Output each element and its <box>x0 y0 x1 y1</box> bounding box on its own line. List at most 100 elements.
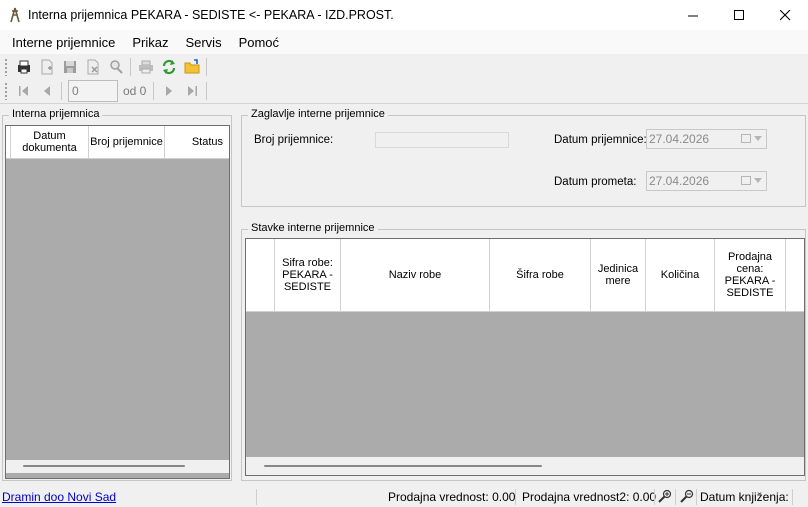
column-jedinica-mere[interactable]: Jedinica mere <box>591 239 646 311</box>
column-status[interactable]: Status <box>165 126 229 158</box>
first-record-button[interactable] <box>12 80 35 102</box>
column-prodajna-cena[interactable]: Prodajna cena: PEKARA - SEDISTE <box>715 239 786 311</box>
status-separator <box>792 489 793 505</box>
datum-prometa-label: Datum prometa: <box>554 176 637 188</box>
close-icon <box>779 9 790 20</box>
minimize-button[interactable] <box>670 0 716 30</box>
prodajna-vrednost2: Prodajna vrednost2: 0.00 <box>522 490 657 504</box>
status-bar: Dramin doo Novi Sad Prodajna vrednost: 0… <box>0 487 808 507</box>
record-position-input[interactable]: 0 <box>68 80 118 102</box>
close-button[interactable] <box>762 0 808 30</box>
items-grid[interactable]: Sifra robe: PEKARA - SEDISTE Naziv robe … <box>245 238 805 476</box>
menu-bar: Interne prijemnice Prikaz Servis Pomoć <box>0 30 808 54</box>
prodajna-vrednost: Prodajna vrednost: 0.00 <box>388 490 516 504</box>
toolbar-grip[interactable] <box>4 58 8 76</box>
last-record-button[interactable] <box>180 80 203 102</box>
calendar-dropdown[interactable] <box>741 175 763 186</box>
first-icon <box>18 86 28 96</box>
documents-grid-header: Datum dokumenta Broj prijemnice Status <box>6 126 229 159</box>
scrollbar-thumb[interactable] <box>264 465 542 467</box>
printer-icon <box>138 60 153 74</box>
broj-prijemnice-label: Broj prijemnice: <box>254 134 334 146</box>
calendar-icon <box>741 134 751 143</box>
toolbar-separator <box>206 58 207 76</box>
zoom-out-icon <box>680 489 694 503</box>
delete-document-button[interactable] <box>81 56 104 78</box>
print-preview-icon <box>17 60 30 74</box>
maximize-icon <box>733 9 744 20</box>
search-button[interactable] <box>104 56 127 78</box>
title-bar: Interna prijemnica PEKARA - SEDISTE <- P… <box>0 0 808 30</box>
status-separator <box>256 489 257 505</box>
maximize-button[interactable] <box>716 0 762 30</box>
print-preview-button[interactable] <box>12 56 35 78</box>
datum-prijemnice-value: 27.04.2026 <box>649 132 710 146</box>
search-icon <box>109 60 123 74</box>
previous-record-button[interactable] <box>35 80 58 102</box>
zoom-out-button[interactable] <box>680 489 694 506</box>
datum-prijemnice-label: Datum prijemnice: <box>554 134 647 146</box>
status-separator <box>696 489 697 505</box>
new-document-icon <box>41 59 52 75</box>
menu-prikaz[interactable]: Prikaz <box>124 35 177 50</box>
header-filler <box>786 239 804 311</box>
column-naziv-robe[interactable]: Naziv robe <box>341 239 490 311</box>
documents-grid-hscrollbar[interactable] <box>6 460 229 473</box>
window-title: Interna prijemnica PEKARA - SEDISTE <- P… <box>28 8 394 22</box>
items-grid-hscrollbar[interactable] <box>246 457 804 475</box>
delete-document-icon <box>87 59 98 75</box>
next-icon <box>165 86 172 96</box>
record-count-label: od 0 <box>123 84 147 98</box>
status-separator <box>515 489 516 505</box>
broj-prijemnice-field[interactable] <box>375 132 509 148</box>
toolbar-bottom-divider <box>0 103 808 104</box>
minimize-icon <box>687 15 698 16</box>
documents-grid[interactable]: Datum dokumenta Broj prijemnice Status <box>5 125 230 479</box>
datum-prometa-value: 27.04.2026 <box>649 174 710 188</box>
row-header-cell <box>246 239 275 311</box>
column-datum-dokumenta[interactable]: Datum dokumenta <box>11 126 89 158</box>
menu-interne-prijemnice[interactable]: Interne prijemnice <box>0 35 124 50</box>
refresh-button[interactable] <box>157 56 180 78</box>
stavke-group-title: Stavke interne prijemnice <box>248 222 378 234</box>
main-toolbar <box>0 55 808 79</box>
column-broj-prijemnice[interactable]: Broj prijemnice <box>89 126 165 158</box>
previous-icon <box>43 86 50 96</box>
zoom-in-button[interactable] <box>658 489 672 506</box>
chevron-down-icon <box>754 177 762 183</box>
column-sifra-robe-pekara[interactable]: Sifra robe: PEKARA - SEDISTE <box>275 239 341 311</box>
calendar-dropdown[interactable] <box>741 133 763 144</box>
items-grid-header: Sifra robe: PEKARA - SEDISTE Naziv robe … <box>246 239 804 312</box>
scrollbar-thumb[interactable] <box>23 465 185 467</box>
status-separator <box>675 489 676 505</box>
print-button[interactable] <box>134 56 157 78</box>
column-kolicina[interactable]: Količina <box>646 239 715 311</box>
record-navigator: 0 od 0 <box>0 79 808 103</box>
calendar-icon <box>741 176 751 185</box>
zoom-in-icon <box>658 489 672 503</box>
toolbar-grip[interactable] <box>4 82 8 100</box>
toolbar-separator <box>61 82 62 100</box>
menu-pomoc[interactable]: Pomoć <box>231 35 288 50</box>
toolbar-separator <box>206 82 208 100</box>
column-sifra-robe[interactable]: Šifra robe <box>490 239 591 311</box>
folder-icon <box>184 59 199 74</box>
zaglavlje-group-title: Zaglavlje interne prijemnice <box>248 108 388 120</box>
refresh-icon <box>162 59 175 75</box>
interna-prijemnica-group-title: Interna prijemnica <box>9 108 103 120</box>
chevron-down-icon <box>754 135 762 141</box>
datum-knjizenja-label: Datum knjiženja: <box>700 490 789 504</box>
save-button[interactable] <box>58 56 81 78</box>
next-record-button[interactable] <box>157 80 180 102</box>
new-document-button[interactable] <box>35 56 58 78</box>
save-icon <box>63 61 76 73</box>
open-folder-button[interactable] <box>180 56 203 78</box>
datum-prijemnice-picker[interactable]: 27.04.2026 <box>646 129 767 149</box>
app-logo-icon <box>8 7 22 23</box>
toolbar-separator <box>130 58 131 76</box>
company-link[interactable]: Dramin doo Novi Sad <box>2 490 116 504</box>
status-separator <box>654 489 655 505</box>
toolbar-separator <box>153 82 155 100</box>
menu-servis[interactable]: Servis <box>177 35 230 50</box>
datum-prometa-picker[interactable]: 27.04.2026 <box>646 171 767 191</box>
